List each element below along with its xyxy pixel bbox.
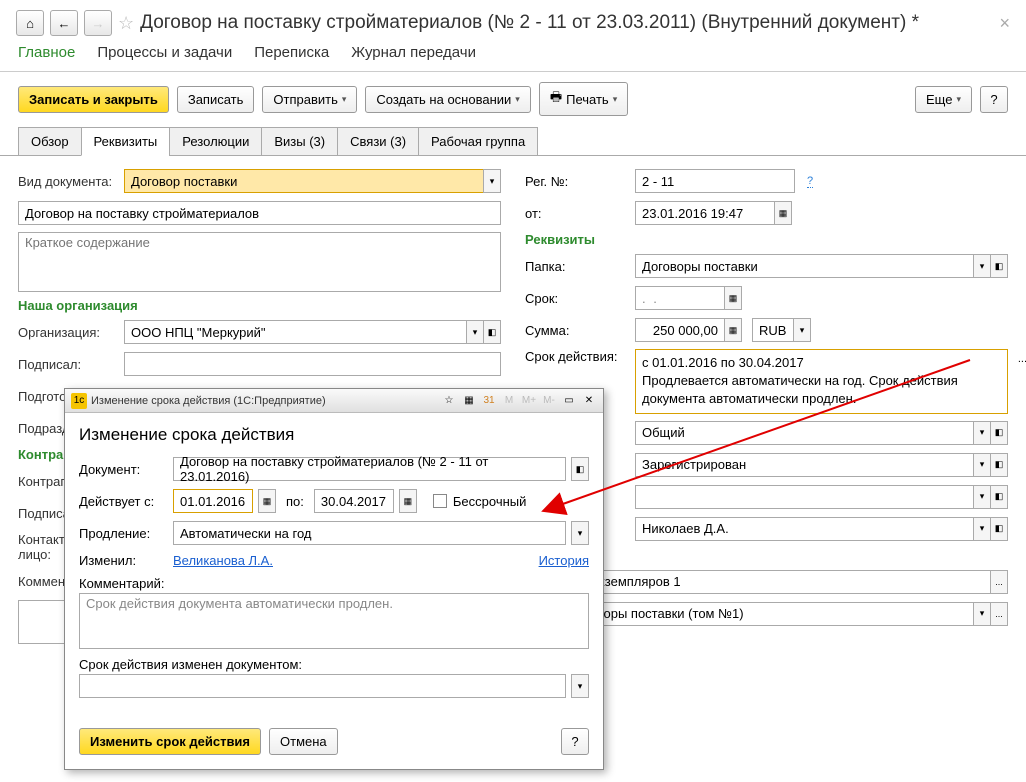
responsible-input[interactable]: Николаев Д.А.: [635, 517, 974, 541]
mdoc-open[interactable]: ◧: [571, 457, 589, 481]
description-input[interactable]: [18, 232, 501, 292]
term-input[interactable]: . .: [635, 286, 725, 310]
validity-box[interactable]: с 01.01.2016 по 30.04.2017 Продлевается …: [635, 349, 1008, 414]
access-input[interactable]: Общий: [635, 421, 974, 445]
nav-main[interactable]: Главное: [18, 44, 75, 61]
signed-input[interactable]: [124, 352, 501, 376]
section-requisites: Реквизиты: [525, 232, 1008, 247]
permanent-checkbox[interactable]: [433, 494, 447, 508]
apply-button[interactable]: Изменить срок действия: [79, 728, 261, 755]
calc-icon[interactable]: ▦: [461, 393, 477, 409]
nav-correspondence[interactable]: Переписка: [254, 44, 329, 61]
tab-relations[interactable]: Связи (3): [337, 127, 419, 156]
create-from-button[interactable]: Создать на основании▾: [365, 86, 530, 113]
mto-calendar-icon[interactable]: ▦: [399, 489, 417, 513]
m-minus-icon[interactable]: M-: [541, 393, 557, 409]
back-button[interactable]: ←: [50, 10, 78, 36]
print-button[interactable]: 🖶Печать▾: [539, 82, 628, 116]
validity-dialog: 1c Изменение срока действия (1С:Предприя…: [64, 388, 604, 770]
dialog-title: Изменение срока действия (1С:Предприятие…: [91, 395, 326, 407]
dialog-close-icon[interactable]: ✕: [581, 393, 597, 409]
sum-calc-icon[interactable]: ▦: [724, 318, 742, 342]
mto-label: по:: [286, 494, 304, 509]
sum-label: Сумма:: [525, 323, 629, 338]
permanent-label: Бессрочный: [453, 494, 527, 509]
cal-icon[interactable]: 31: [481, 393, 497, 409]
mfrom-label: Действует с:: [79, 494, 167, 509]
doctype-label: Вид документа:: [18, 174, 118, 189]
mext-input[interactable]: Автоматически на год: [173, 521, 566, 545]
printer-icon: 🖶: [550, 88, 562, 110]
regno-help[interactable]: ?: [807, 175, 813, 188]
from-input[interactable]: 23.01.2016 19:47: [635, 201, 775, 225]
mext-label: Продление:: [79, 526, 167, 541]
mfrom-input[interactable]: 01.01.2016: [173, 489, 253, 513]
home-button[interactable]: ⌂: [16, 10, 44, 36]
m-icon[interactable]: M: [501, 393, 517, 409]
mby-label: Изменил:: [79, 553, 167, 568]
send-button[interactable]: Отправить▾: [262, 86, 357, 113]
tab-group[interactable]: Рабочая группа: [418, 127, 538, 156]
org-label: Организация:: [18, 325, 118, 340]
doctype-dropdown[interactable]: ▾: [483, 169, 501, 193]
app-icon: 1c: [71, 393, 87, 409]
mcomment-input[interactable]: [79, 593, 589, 649]
close-button[interactable]: ×: [999, 13, 1010, 34]
folder-label: Папка:: [525, 259, 629, 274]
term-calendar-icon[interactable]: ▦: [724, 286, 742, 310]
cancel-button[interactable]: Отмена: [269, 728, 338, 755]
more-button[interactable]: Еще▾: [915, 86, 972, 113]
regno-label: Рег. №:: [525, 174, 629, 189]
folder-input[interactable]: Договоры поставки: [635, 254, 974, 278]
tab-overview[interactable]: Обзор: [18, 127, 82, 156]
validity-more-icon[interactable]: ...: [1018, 352, 1026, 367]
regno-input[interactable]: 2 - 11: [635, 169, 795, 193]
sum-input[interactable]: 250 000,00: [635, 318, 725, 342]
history-link[interactable]: История: [539, 553, 589, 568]
mchdoc-input[interactable]: [79, 674, 566, 698]
term-label: Срок:: [525, 291, 629, 306]
terminated-input[interactable]: [635, 485, 974, 509]
mdoc-input[interactable]: Договор на поставку стройматериалов (№ 2…: [173, 457, 566, 481]
m-plus-icon[interactable]: M+: [521, 393, 537, 409]
page-title: Договор на поставку стройматериалов (№ 2…: [140, 12, 919, 34]
mfrom-calendar-icon[interactable]: ▦: [258, 489, 276, 513]
org-dropdown[interactable]: ▾: [466, 320, 484, 344]
fav-icon[interactable]: ☆: [441, 393, 457, 409]
org-open[interactable]: ◧: [483, 320, 501, 344]
tab-requisites[interactable]: Реквизиты: [81, 127, 171, 156]
folder-dropdown[interactable]: ▾: [973, 254, 991, 278]
tab-visas[interactable]: Визы (3): [261, 127, 338, 156]
from-label: от:: [525, 206, 629, 221]
save-button[interactable]: Записать: [177, 86, 255, 113]
currency-input[interactable]: RUB: [752, 318, 794, 342]
forward-button[interactable]: →: [84, 10, 112, 36]
nav-processes[interactable]: Процессы и задачи: [97, 44, 232, 61]
minimize-icon[interactable]: ▭: [561, 393, 577, 409]
signed-label: Подписал:: [18, 357, 118, 372]
mchdoc-dropdown[interactable]: ▾: [571, 674, 589, 698]
mdoc-label: Документ:: [79, 462, 167, 477]
dialog-heading: Изменение срока действия: [79, 425, 589, 445]
mext-dropdown[interactable]: ▾: [571, 521, 589, 545]
org-input[interactable]: ООО НПЦ "Меркурий": [124, 320, 467, 344]
docname-input[interactable]: Договор на поставку стройматериалов: [18, 201, 501, 225]
mto-input[interactable]: 30.04.2017: [314, 489, 394, 513]
validity-label: Срок действия:: [525, 349, 629, 364]
nav-journal[interactable]: Журнал передачи: [351, 44, 476, 61]
mchdoc-label: Срок действия изменен документом:: [79, 657, 302, 672]
from-calendar-icon[interactable]: ▦: [774, 201, 792, 225]
mby-link[interactable]: Великанова Л.А.: [173, 553, 273, 568]
mcomment-label: Комментарий:: [79, 576, 165, 591]
section-our-org: Наша организация: [18, 298, 501, 313]
folder-open[interactable]: ◧: [990, 254, 1008, 278]
save-close-button[interactable]: Записать и закрыть: [18, 86, 169, 113]
currency-dropdown[interactable]: ▾: [793, 318, 811, 342]
dialog-help-button[interactable]: ?: [561, 728, 589, 755]
favorite-icon[interactable]: ☆: [118, 13, 134, 34]
doctype-input[interactable]: Договор поставки: [124, 169, 484, 193]
help-button[interactable]: ?: [980, 86, 1008, 113]
state-input[interactable]: Зарегистрирован: [635, 453, 974, 477]
tab-resolutions[interactable]: Резолюции: [169, 127, 262, 156]
